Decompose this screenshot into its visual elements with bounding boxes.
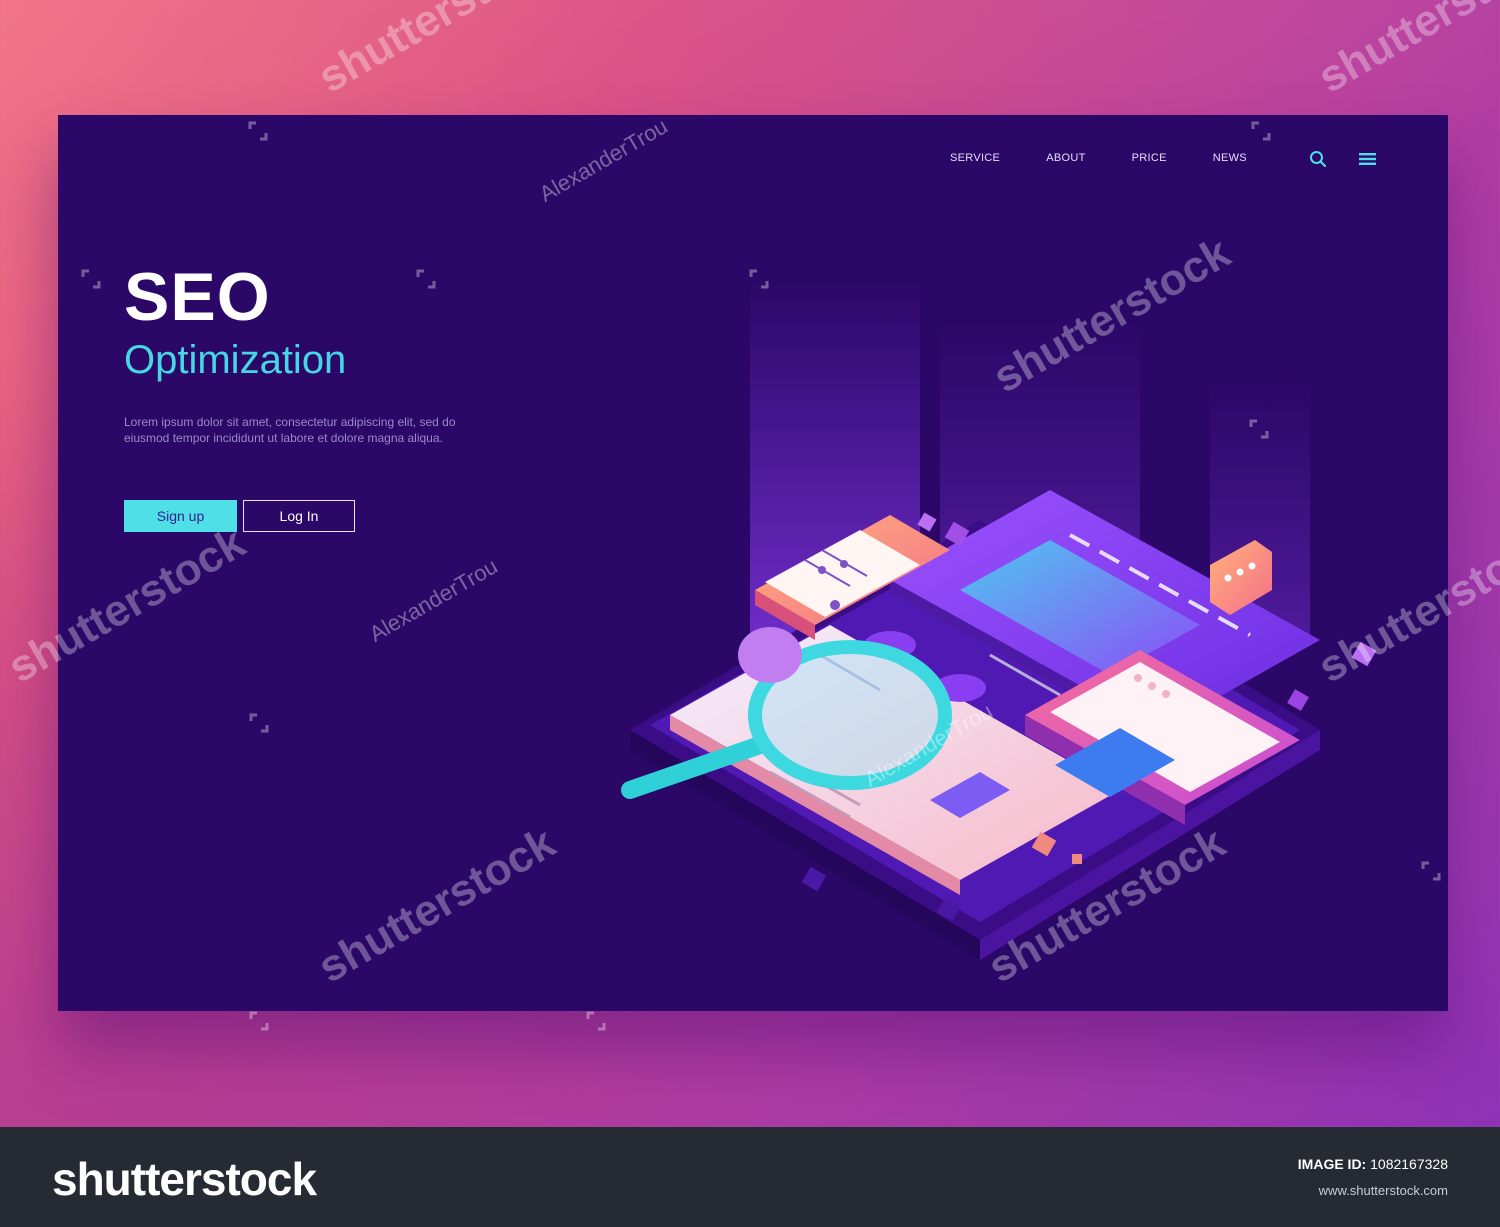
nav-item-price[interactable]: PRICE bbox=[1132, 152, 1167, 164]
footer-logo: shutterstock bbox=[52, 1153, 317, 1205]
image-id-value: 1082167328 bbox=[1370, 1156, 1448, 1172]
hero-title: SEO bbox=[124, 259, 271, 335]
nav-item-about[interactable]: ABOUT bbox=[1046, 152, 1085, 164]
image-id-label: IMAGE ID: bbox=[1297, 1156, 1367, 1172]
search-icon[interactable] bbox=[1309, 150, 1327, 173]
footer-url: www.shutterstock.com bbox=[1318, 1183, 1448, 1198]
log-in-button[interactable]: Log In bbox=[243, 500, 355, 532]
nav-item-service[interactable]: SERVICE bbox=[950, 152, 1000, 164]
nav-item-news[interactable]: NEWS bbox=[1213, 152, 1247, 164]
sign-up-button[interactable]: Sign up bbox=[124, 500, 237, 532]
top-navigation: SERVICE ABOUT PRICE NEWS bbox=[950, 152, 1293, 164]
hamburger-menu-icon[interactable] bbox=[1359, 152, 1377, 171]
hero-description: Lorem ipsum dolor sit amet, consectetur … bbox=[124, 415, 456, 445]
image-id: IMAGE ID: 1082167328 bbox=[1298, 1156, 1448, 1172]
hero-subtitle: Optimization bbox=[124, 338, 347, 382]
seo-isometric-illustration bbox=[621, 280, 1377, 960]
